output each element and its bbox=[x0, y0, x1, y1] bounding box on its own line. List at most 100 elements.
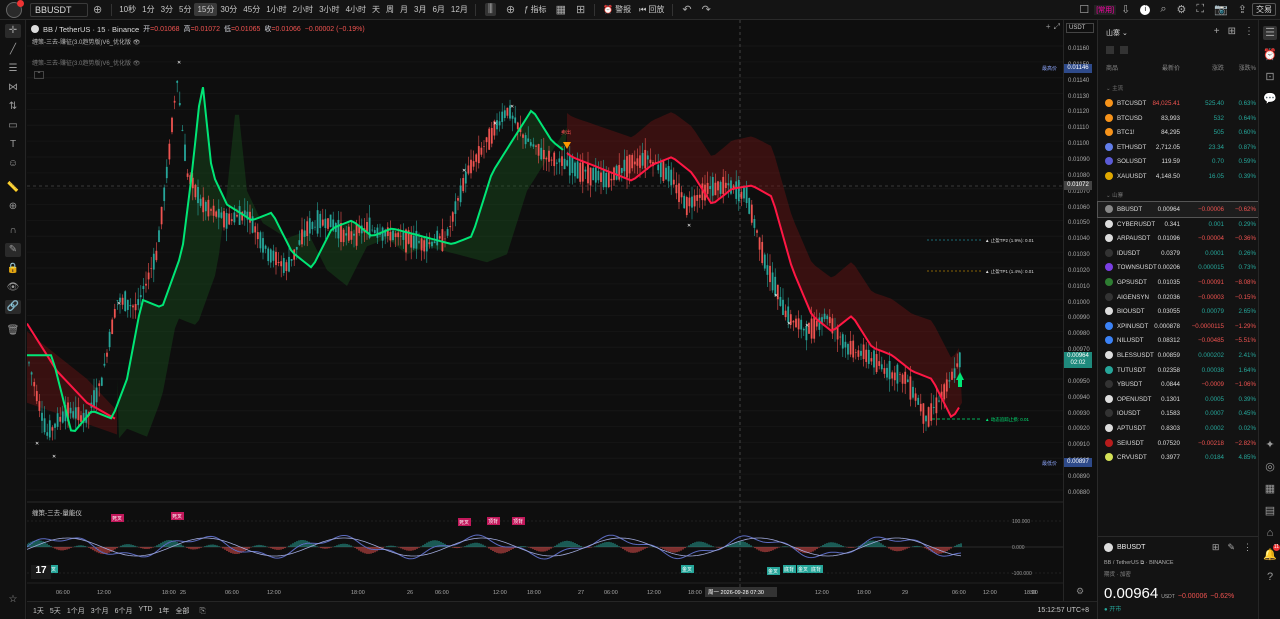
watchlist-icon[interactable]: ☰ bbox=[1263, 26, 1277, 40]
clock[interactable]: 15:12:57 UTC+8 bbox=[1037, 607, 1089, 614]
ideas-icon[interactable]: ✦ bbox=[1263, 438, 1277, 452]
oscillator-title[interactable]: 缠策-三去-量能仪 bbox=[32, 507, 82, 517]
hotlists-icon[interactable]: ◎ bbox=[1263, 460, 1277, 474]
timeframe-9[interactable]: 3小时 bbox=[316, 3, 342, 16]
save-icon[interactable]: ⇩ bbox=[1121, 3, 1130, 16]
magnet-icon[interactable]: ∩ bbox=[5, 224, 21, 238]
fib-icon[interactable]: ☰ bbox=[5, 62, 21, 76]
flag-icon[interactable] bbox=[1120, 46, 1128, 54]
watchlist-row[interactable]: XAUUSDT 4,148.50 16.05 0.39% bbox=[1098, 169, 1259, 184]
currency-selector[interactable]: USDT bbox=[1066, 23, 1094, 33]
visibility-icon[interactable]: 👁 bbox=[5, 281, 21, 295]
edit-icon[interactable]: ✎ bbox=[1227, 542, 1235, 553]
publish-icon[interactable]: ⇪ bbox=[1238, 3, 1247, 16]
watchlist-row[interactable]: BBUSDT 0.00964 −0.00006 −0.62% bbox=[1097, 201, 1260, 218]
trend-line-icon[interactable]: ╱ bbox=[5, 43, 21, 57]
chart-canvas[interactable]: ▲ 止盈TP2 (1.9%): 0.01 ▲ 止盈TP1 (1.4%): 0.01… bbox=[27, 20, 1063, 601]
maximize-icon[interactable]: ⤢ bbox=[1054, 22, 1060, 32]
timeframe-11[interactable]: 天 bbox=[369, 3, 383, 16]
text-icon[interactable]: T bbox=[5, 138, 21, 152]
window-icon[interactable]: ☐ bbox=[1079, 3, 1089, 16]
range-6[interactable]: 1年 bbox=[159, 606, 170, 616]
chart-pane[interactable]: ▲ 止盈TP2 (1.9%): 0.01 ▲ 止盈TP1 (1.4%): 0.01… bbox=[27, 20, 1063, 601]
timeframe-2[interactable]: 3分 bbox=[158, 3, 176, 16]
fullscreen-icon[interactable]: ⛶ bbox=[1196, 3, 1204, 16]
timeframe-13[interactable]: 月 bbox=[397, 3, 411, 16]
alerts-icon[interactable]: ⏰ bbox=[1263, 48, 1277, 62]
watchlist-row[interactable]: NILUSDT 0.08312 −0.00485 −5.51% bbox=[1098, 333, 1259, 348]
watchlist-row[interactable]: ARPAUSDT 0.01096 −0.00004 −0.36% bbox=[1098, 231, 1259, 246]
timeframe-3[interactable]: 5分 bbox=[176, 3, 194, 16]
layout-icon[interactable]: ⊞ bbox=[576, 3, 585, 16]
chart-type-icon[interactable]: ⫼ bbox=[484, 3, 496, 16]
goto-date-icon[interactable]: ⎘ bbox=[199, 606, 205, 616]
replay-button[interactable]: ⏮ 回放 bbox=[639, 4, 664, 15]
dot-icon[interactable] bbox=[1106, 46, 1114, 54]
alert-button[interactable]: ⏰ 警报 bbox=[603, 4, 631, 15]
timeframe-16[interactable]: 12月 bbox=[448, 3, 471, 16]
calendar-icon[interactable]: ▦ bbox=[1263, 482, 1277, 496]
lock-icon[interactable]: 🔒 bbox=[5, 262, 21, 276]
indicator-2-label[interactable]: 缠策-三去-赚征(3.0趋势版)V6_优化版 👁 bbox=[32, 58, 140, 67]
ruler-icon[interactable]: 📏 bbox=[5, 181, 21, 195]
emoji-icon[interactable]: ☺ bbox=[5, 157, 21, 171]
undo-icon[interactable]: ↶ bbox=[682, 3, 691, 16]
trash-icon[interactable]: 🗑 bbox=[5, 324, 21, 338]
price-scale[interactable]: USDT 0.011600.011500.011400.011300.01120… bbox=[1063, 20, 1097, 601]
screener-icon[interactable]: ⌂ bbox=[1263, 526, 1277, 540]
collapse-legend-icon[interactable]: ⌃ bbox=[34, 71, 44, 79]
info-icon[interactable]: i bbox=[1140, 4, 1151, 15]
timeframe-15[interactable]: 6月 bbox=[429, 3, 447, 16]
watchlist-row[interactable]: XPINUSDT 0.000878 −0.0000115 −1.29% bbox=[1098, 319, 1259, 334]
stay-drawing-icon[interactable]: ✎ bbox=[5, 243, 21, 257]
user-avatar[interactable] bbox=[6, 0, 24, 18]
zoom-icon[interactable]: ⊕ bbox=[5, 200, 21, 214]
watchlist-row[interactable]: IOUSDT 0.1583 0.0007 0.45% bbox=[1098, 406, 1259, 421]
news-icon[interactable]: ▤ bbox=[1263, 504, 1277, 518]
grid-icon[interactable]: ⊞ bbox=[1212, 542, 1220, 553]
templates-icon[interactable]: ▦ bbox=[556, 3, 566, 16]
indicators-button[interactable]: ƒ 指标 bbox=[524, 4, 546, 15]
symbol-search[interactable]: BBUSDT bbox=[30, 2, 88, 17]
watchlist-row[interactable]: IDUSDT 0.0379 0.0001 0.26% bbox=[1098, 246, 1259, 261]
layout-icon[interactable]: ⊞ bbox=[1228, 26, 1236, 37]
range-2[interactable]: 1个月 bbox=[67, 606, 85, 616]
timeframe-4[interactable]: 15分 bbox=[194, 3, 218, 16]
timeframe-5[interactable]: 30分 bbox=[217, 3, 240, 16]
watchlist-row[interactable]: CRVUSDT 0.3977 0.0184 4.85% bbox=[1098, 450, 1259, 465]
data-window-icon[interactable]: ⊡ bbox=[1263, 70, 1277, 84]
prediction-icon[interactable]: ⇅ bbox=[5, 100, 21, 114]
watchlist-row[interactable]: BTC1! 84,295 505 0.60% bbox=[1098, 125, 1259, 140]
eye-icon[interactable]: 👁 bbox=[133, 40, 141, 46]
trade-button[interactable]: 交易 bbox=[1252, 3, 1276, 16]
notifications-icon[interactable]: 🔔 11 bbox=[1263, 544, 1280, 562]
watchlist-row[interactable]: SOLUSDT 119.59 0.70 0.59% bbox=[1098, 154, 1259, 169]
section-alt[interactable]: ⌄ 山寨 bbox=[1106, 191, 1123, 199]
add-symbol-icon[interactable]: ⊕ bbox=[93, 3, 102, 16]
search-icon[interactable]: ⌕ bbox=[1160, 3, 1166, 16]
link-icon[interactable]: 🔗 bbox=[5, 300, 21, 314]
timeframe-12[interactable]: 周 bbox=[383, 3, 397, 16]
watchlist-row[interactable]: TUTUSDT 0.02358 0.00038 1.64% bbox=[1098, 363, 1259, 378]
watchlist-row[interactable]: BIOUSDT 0.03055 0.00079 2.65% bbox=[1098, 304, 1259, 319]
eye-icon[interactable]: 👁 bbox=[133, 61, 141, 67]
scale-settings-icon[interactable]: ⚙ bbox=[1076, 586, 1084, 597]
more-icon[interactable]: ⋮ bbox=[1243, 542, 1252, 553]
pattern-icon[interactable]: ⋈ bbox=[5, 81, 21, 95]
timeframe-10[interactable]: 4小时 bbox=[343, 3, 369, 16]
range-4[interactable]: 6个月 bbox=[115, 606, 133, 616]
watchlist-row[interactable]: APTUSDT 0.8303 0.0002 0.02% bbox=[1098, 421, 1259, 436]
layout-name[interactable]: [常用] bbox=[1094, 4, 1117, 15]
watchlist-row[interactable]: GPSUSDT 0.01035 −0.00091 −8.08% bbox=[1098, 275, 1259, 290]
range-1[interactable]: 5天 bbox=[50, 606, 61, 616]
help-icon[interactable]: ? bbox=[1263, 570, 1277, 584]
timeframe-6[interactable]: 45分 bbox=[240, 3, 263, 16]
indicator-1-label[interactable]: 缠策-三去-赚征(3.0趋势版)V6_优化版 👁 bbox=[32, 37, 140, 46]
timeframe-14[interactable]: 3月 bbox=[411, 3, 429, 16]
timeframe-7[interactable]: 1小时 bbox=[263, 3, 289, 16]
watchlist-row[interactable]: AIGENSYN 0.02036 −0.00003 −0.15% bbox=[1098, 290, 1259, 305]
watchlist-row[interactable]: TOWNSUSDT 0.00206 0.000015 0.73% bbox=[1098, 260, 1259, 275]
watchlist-row[interactable]: YBUSDT 0.0844 −0.0009 −1.06% bbox=[1098, 377, 1259, 392]
timeframe-1[interactable]: 1分 bbox=[139, 3, 157, 16]
compare-icon[interactable]: ⊕ bbox=[506, 3, 515, 16]
